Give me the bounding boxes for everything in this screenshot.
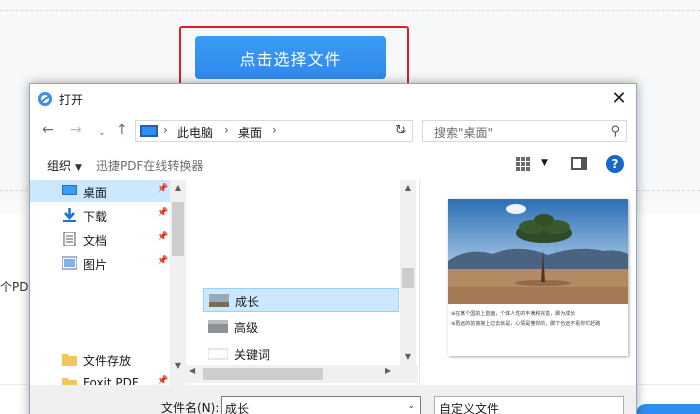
download-icon [63,208,76,222]
file-type-select[interactable]: 自定义文件 [434,396,624,414]
document-thumbnail-icon [208,348,228,360]
document-preview: ⊕在某个国前上首面，个体人性的丰满和完善，脚为成长 ⊕再远的前接接上过去就是，心… [448,199,628,356]
file-pane-scrollbar[interactable]: ▲ ▼ [400,180,416,365]
nav-item-label: 下载 [83,210,108,224]
address-bar[interactable]: › 此电脑 › 桌面 › ⌄ [135,120,413,142]
breadcrumb-separator: › [163,123,168,137]
caret-down-icon[interactable]: ▼ [541,158,548,168]
filename-bar: 文件名(N): 成长 ⌄ 自定义文件 [30,385,636,414]
computer-icon [140,125,158,137]
recent-locations-chevron-icon[interactable]: ⌄ [98,125,106,141]
scroll-down-icon[interactable]: ▼ [400,349,416,365]
dialog-titlebar[interactable]: 打开 ✕ [30,84,636,114]
file-pane-horizontal-scrollbar[interactable]: ◀ ▶ [185,365,418,383]
up-arrow-icon[interactable]: ↑ [116,122,128,138]
scroll-up-icon[interactable]: ▲ [400,180,416,196]
document-icon [63,232,76,246]
nav-item-label: 文档 [83,234,108,248]
breadcrumb-desktop[interactable]: 桌面 [238,124,262,141]
preview-text-line: ⊕再远的前接接上过去就是，心情是懂你的，脚下也远不看你忙赶路 [451,321,601,327]
scroll-thumb[interactable] [172,202,184,256]
command-bar: 组织 ▼ 迅捷PDF在线转换器 ▼ ? [30,148,636,180]
folder-icon [62,354,77,366]
file-name: 成长 [235,295,260,309]
pin-icon[interactable]: 📌 [157,184,168,194]
navigation-row: ← → ⌄ ↑ › 此电脑 › 桌面 › ⌄ ↻ 搜索"桌面" ⚲ [30,114,636,148]
file-item-chengzhang[interactable]: 成长 [203,288,399,312]
filename-input[interactable]: 成长 ⌄ [221,396,421,414]
file-list-pane: 成长 高级 关键词 ▲ ▼ [185,180,418,385]
preview-pane-icon[interactable] [571,157,587,170]
nav-item-documents[interactable]: 文档 📌 [30,228,170,250]
refresh-icon[interactable]: ↻ [389,120,413,142]
picture-icon [62,256,77,270]
navigation-pane: 桌面 📌 下载 📌 文档 📌 图片 📌 📌 📌 📌 [30,180,186,410]
scroll-up-icon[interactable]: ▲ [170,180,186,196]
search-box[interactable]: 搜索"桌面" ⚲ [422,120,627,142]
file-type-value: 自定义文件 [439,402,500,414]
preview-pane: ⊕在某个国前上首面，个体人性的丰满和完善，脚为成长 ⊕再远的前接接上过去就是，心… [419,180,636,385]
nav-item-pictures[interactable]: 图片 📌 [30,252,170,274]
forward-arrow-icon[interactable]: → [70,122,82,138]
nav-item-label: 桌面 [83,186,108,200]
tree-landscape-image [448,199,628,304]
view-options-icon[interactable] [516,157,530,171]
scroll-thumb[interactable] [402,268,414,288]
scroll-down-icon[interactable]: ▼ [170,358,186,374]
nav-pane-scrollbar[interactable]: ▲ ▼ [170,180,186,385]
file-name: 高级 [234,321,259,335]
browser-app-icon [38,92,52,106]
nav-item-label: 文件存放 [83,354,132,368]
breadcrumb-separator: › [224,123,229,137]
pin-icon[interactable]: 📌 [157,256,168,266]
pin-icon[interactable]: 📌 [157,208,168,218]
nav-item-desktop[interactable]: 桌面 📌 [30,180,170,202]
breadcrumb-separator: › [272,123,277,137]
image-thumbnail-icon [208,320,228,333]
organize-label: 组织 [47,159,72,173]
scroll-right-icon[interactable]: ▶ [385,366,391,375]
search-placeholder: 搜索"桌面" [434,126,494,140]
convert-command[interactable]: 迅捷PDF在线转换器 [96,157,203,174]
dialog-title: 打开 [59,93,84,107]
image-thumbnail-icon [209,294,229,307]
top-divider [0,10,700,11]
help-icon[interactable]: ? [606,155,624,173]
partial-blue-button[interactable] [636,404,700,414]
filename-value: 成长 [225,402,250,414]
nav-item-file-storage[interactable]: 文件存放 [30,348,170,370]
file-name: 关键词 [234,348,271,362]
partial-text: 个PD [0,280,29,294]
scroll-left-icon[interactable]: ◀ [189,366,195,375]
file-item-gaoji[interactable]: 高级 [203,315,399,339]
search-icon: ⚲ [610,124,620,139]
nav-item-label: 图片 [83,258,108,272]
breadcrumb-this-pc[interactable]: 此电脑 [177,124,213,141]
caret-down-icon: ▼ [75,163,82,173]
scroll-thumb[interactable] [203,368,323,380]
chevron-down-icon[interactable]: ⌄ [407,401,415,411]
desktop-icon [62,185,77,195]
filename-label: 文件名(N): [161,401,220,414]
organize-menu[interactable]: 组织 ▼ [47,157,82,174]
close-icon[interactable]: ✕ [606,87,632,111]
back-arrow-icon[interactable]: ← [42,122,54,138]
file-item-guanjianci[interactable]: 关键词 [203,342,399,366]
pin-icon[interactable]: 📌 [157,232,168,242]
preview-text-line: ⊕在某个国前上首面，个体人性的丰满和完善，脚为成长 [451,311,576,317]
open-file-dialog: 打开 ✕ ← → ⌄ ↑ › 此电脑 › 桌面 › ⌄ ↻ 搜索"桌面" ⚲ 组… [29,83,637,414]
nav-item-download[interactable]: 下载 📌 [30,204,170,226]
